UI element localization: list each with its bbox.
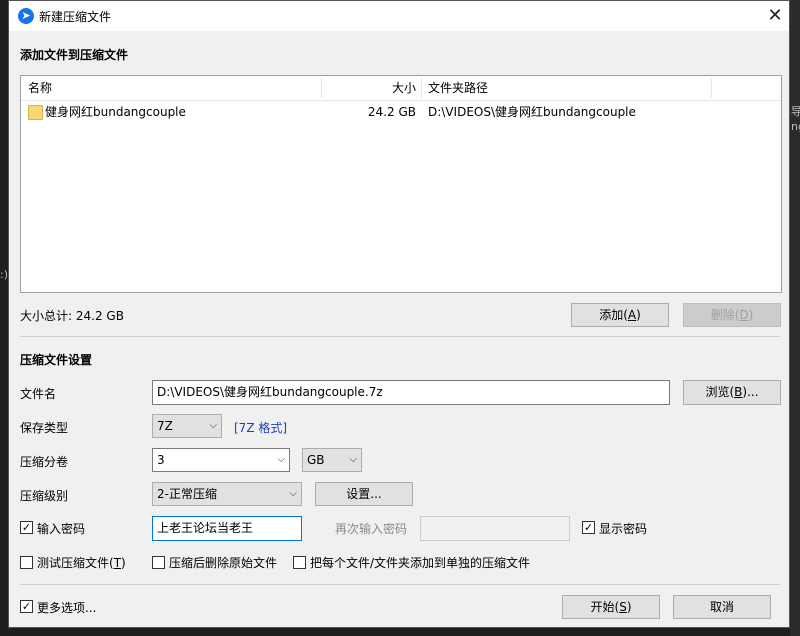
file-row[interactable]: 健身网红bundangcouple 24.2 GB D:\VIDEOS\健身网红… [21, 101, 781, 123]
delete-button-label-end: ) [748, 308, 754, 322]
start-button-label-end: ) [626, 600, 632, 614]
filename-input[interactable]: D:\VIDEOS\健身网红bundangcouple.7z [152, 380, 670, 405]
background-text: 导 [791, 105, 800, 118]
password-input[interactable]: 上老王论坛当老王 [152, 516, 302, 541]
save-type-value: 7Z [157, 419, 173, 433]
column-divider[interactable] [421, 78, 422, 98]
file-name: 健身网红bundangcouple [45, 105, 186, 119]
show-password-label: 显示密码 [599, 522, 648, 536]
footer-divider [20, 584, 780, 585]
split-volume-select[interactable]: 3 ⌵ [152, 448, 290, 472]
title-bar: ➤ 新建压缩文件 ✕ [9, 1, 789, 31]
compression-level-label: 压缩级别 [20, 489, 69, 503]
password-label: 输入密码 [37, 522, 86, 536]
add-button-label: 添加( [599, 308, 628, 322]
each-file-checkbox[interactable] [293, 556, 306, 569]
test-archive-label-end: ) [121, 556, 126, 570]
delete-source-checkbox[interactable] [152, 556, 165, 569]
column-divider[interactable] [711, 78, 712, 98]
chevron-down-icon: ⌵ [349, 454, 357, 465]
cancel-button[interactable]: 取消 [673, 595, 771, 619]
settings-section-title: 压缩文件设置 [20, 353, 93, 367]
format-link[interactable]: [7Z 格式] [234, 419, 287, 436]
delete-button[interactable]: 删除(D) [683, 303, 781, 327]
delete-source-label: 压缩后删除原始文件 [169, 556, 278, 570]
column-name[interactable]: 名称 [28, 76, 52, 100]
browse-button-label-end: )... [742, 385, 759, 399]
column-size[interactable]: 大小 [322, 76, 416, 100]
folder-icon [28, 105, 43, 120]
split-unit-value: GB [307, 453, 325, 467]
more-options-label: 更多选项... [37, 601, 97, 615]
show-password-checkbox[interactable]: ✓ [582, 521, 595, 534]
add-button-label-end: ) [636, 308, 641, 322]
background-text: :) [0, 268, 8, 281]
browse-button[interactable]: 浏览(B)... [683, 380, 781, 405]
reenter-password-label: 再次输入密码 [335, 522, 408, 536]
reenter-password-input[interactable] [420, 516, 570, 541]
app-icon: ➤ [18, 8, 34, 24]
split-unit-select[interactable]: GB ⌵ [302, 448, 362, 472]
test-archive-label-text: 测试压缩文件( [37, 556, 114, 570]
window-title: 新建压缩文件 [39, 10, 112, 24]
new-archive-dialog: ➤ 新建压缩文件 ✕ 添加文件到压缩文件 名称 大小 文件夹路径 健身网红bun… [8, 0, 790, 628]
file-path: D:\VIDEOS\健身网红bundangcouple [428, 105, 636, 119]
test-archive-label: 测试压缩文件(T) [37, 554, 126, 571]
file-list[interactable]: 名称 大小 文件夹路径 健身网红bundangcouple 24.2 GB D:… [20, 75, 782, 293]
delete-button-hotkey: D [739, 308, 749, 322]
start-button[interactable]: 开始(S) [562, 595, 660, 619]
background-text: ng [791, 120, 800, 133]
test-archive-hotkey: T [113, 556, 122, 570]
delete-button-label: 删除( [710, 308, 740, 322]
split-volume-value: 3 [157, 453, 165, 467]
background-strip [790, 0, 800, 636]
password-checkbox[interactable]: ✓ [20, 521, 33, 534]
file-size: 24.2 GB [367, 105, 416, 119]
settings-button[interactable]: 设置... [315, 482, 413, 506]
start-button-hotkey: S [619, 600, 627, 614]
start-button-label: 开始( [590, 600, 620, 614]
split-volume-label: 压缩分卷 [20, 455, 69, 469]
chevron-down-icon: ⌵ [209, 420, 217, 431]
section-divider [20, 336, 780, 337]
close-icon[interactable]: ✕ [761, 3, 789, 29]
filename-label: 文件名 [20, 387, 57, 401]
more-options-checkbox[interactable]: ✓ [20, 600, 33, 613]
test-archive-checkbox[interactable] [20, 556, 33, 569]
save-type-select[interactable]: 7Z ⌵ [152, 414, 222, 438]
save-type-label: 保存类型 [20, 421, 69, 435]
files-section-title: 添加文件到压缩文件 [20, 48, 129, 62]
each-file-label: 把每个文件/文件夹添加到单独的压缩文件 [310, 556, 531, 570]
add-button-hotkey: A [627, 308, 637, 322]
compression-level-value: 2-正常压缩 [157, 487, 217, 501]
column-path[interactable]: 文件夹路径 [428, 76, 488, 100]
compression-level-select[interactable]: 2-正常压缩 ⌵ [152, 482, 302, 506]
total-size: 大小总计: 24.2 GB [20, 309, 124, 323]
file-list-header: 名称 大小 文件夹路径 [21, 76, 781, 101]
chevron-down-icon: ⌵ [277, 454, 285, 465]
add-button[interactable]: 添加(A) [571, 303, 669, 327]
chevron-down-icon: ⌵ [289, 488, 297, 499]
browse-button-label: 浏览( [705, 385, 735, 399]
